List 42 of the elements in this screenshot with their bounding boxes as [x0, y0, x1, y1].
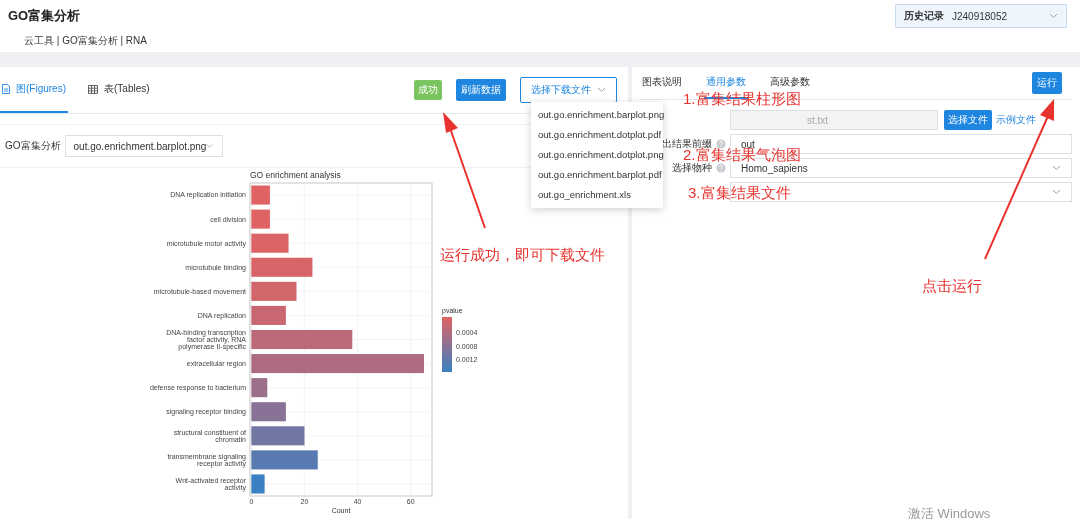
- help-icon[interactable]: [716, 139, 726, 149]
- chevron-down-icon: [1052, 165, 1061, 171]
- field-label: GO富集分析: [5, 139, 61, 153]
- menu-option[interactable]: out.go.enrichment.dotplot.pdf: [531, 125, 663, 145]
- bar: [251, 305, 286, 325]
- bar: [251, 426, 305, 446]
- chart-title: GO enrichment analysis: [250, 170, 341, 180]
- figure-tab[interactable]: 表(Tables): [86, 67, 152, 113]
- bar: [251, 209, 270, 229]
- document-icon: [2, 84, 10, 94]
- menu-option[interactable]: out.go_enrichment.xls: [531, 185, 663, 205]
- chevron-down-icon: [1049, 13, 1058, 19]
- menu-option[interactable]: out.go.enrichment.barplot.pdf: [531, 165, 663, 185]
- color-scale: [442, 317, 452, 372]
- help-icon[interactable]: [716, 163, 726, 173]
- chevron-down-icon: [597, 87, 606, 93]
- figure-select[interactable]: out.go.enrichment.barplot.png: [64, 135, 223, 157]
- download-select[interactable]: 选择下载文件: [520, 77, 617, 103]
- annotation-text: 运行成功，即可下载文件: [440, 246, 605, 265]
- field-label: 选择物种: [671, 162, 712, 175]
- bar: [251, 185, 270, 205]
- figure-tab[interactable]: 图(Figures): [0, 67, 68, 113]
- annotation-text: 点击运行: [922, 277, 982, 296]
- chevron-down-icon: [206, 143, 214, 149]
- history-select[interactable]: 历史记录 J240918052: [895, 4, 1067, 28]
- field-label: 出结果前缀: [661, 137, 712, 149]
- breadcrumb: 云工具 | GO富集分析 | RNA: [24, 34, 147, 48]
- annotation-text: 3.富集结果文件: [688, 184, 791, 203]
- menu-option[interactable]: out.go.enrichment.barplot.png: [531, 105, 663, 125]
- select-field[interactable]: [730, 182, 1072, 202]
- refresh-button[interactable]: 刷新数据: [456, 79, 506, 101]
- bar: [251, 450, 318, 470]
- bar: [251, 474, 265, 494]
- bar: [251, 402, 286, 422]
- param-tab[interactable]: 图表说明: [640, 67, 684, 99]
- run-button[interactable]: 运行: [1032, 72, 1062, 94]
- status-badge: 成功: [414, 80, 442, 100]
- table-icon: [88, 84, 98, 94]
- menu-option[interactable]: out.go.enrichment.dotplot.png: [531, 145, 663, 165]
- bar: [251, 378, 268, 398]
- page-title: GO富集分析: [8, 7, 81, 25]
- chevron-down-icon: [1052, 189, 1061, 195]
